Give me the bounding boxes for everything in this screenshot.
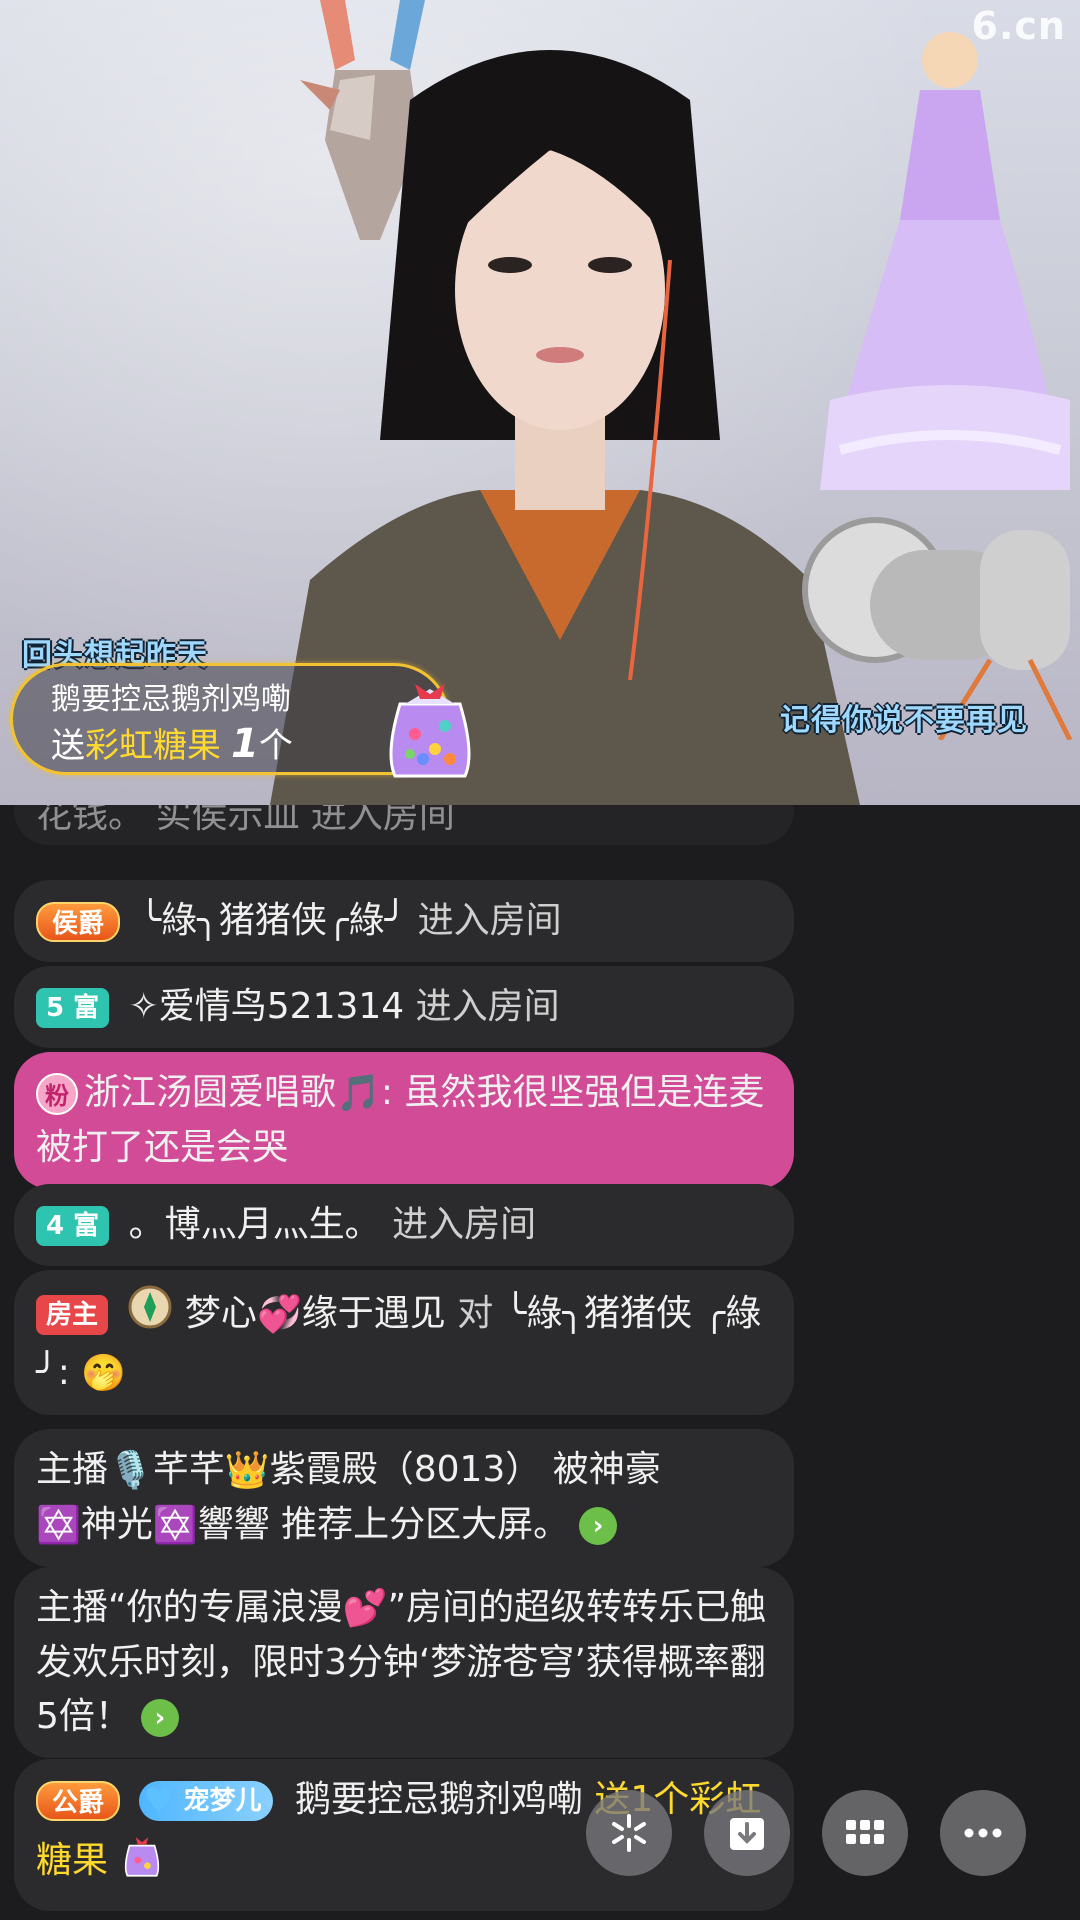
- rank-badge: 侯爵: [36, 902, 121, 942]
- download-button[interactable]: [704, 1790, 790, 1876]
- gift-line: 送彩虹糖果 1个: [51, 718, 293, 767]
- gift-unit: 个: [258, 726, 293, 766]
- gift-sender: 鹅要控忌鹅剂鸡嘞: [51, 682, 291, 717]
- lyric-right: 记得你说不要再见: [780, 703, 1028, 738]
- owner-badge: 房主: [36, 1295, 109, 1335]
- gift-bag-icon: [389, 684, 471, 778]
- rank-badge: 公爵: [36, 1781, 121, 1821]
- compass-avatar-icon: [127, 1284, 173, 1346]
- gift-bag-icon: [119, 1827, 165, 1897]
- user-name[interactable]: 。博灬月灬生。: [129, 1204, 381, 1245]
- action-text: 进入房间: [415, 986, 560, 1027]
- gift-send-word: 送: [51, 726, 85, 766]
- user-name[interactable]: 浙江汤圆爱唱歌: [84, 1072, 336, 1113]
- go-arrow-icon[interactable]: ›: [140, 1699, 179, 1737]
- user-name[interactable]: 梦心: [185, 1293, 257, 1334]
- more-icon: [964, 1828, 1002, 1838]
- message-text: 主播“你的专属浪漫: [36, 1587, 343, 1628]
- user-name[interactable]: 鹅要控忌鹅剂鸡嘞: [295, 1779, 583, 1820]
- star-icon: ✡️: [36, 1505, 81, 1546]
- rich-level-badge: 4 富: [36, 1206, 110, 1246]
- patron-name[interactable]: 神光: [81, 1504, 153, 1545]
- heart-emoji: 💞: [256, 1294, 302, 1335]
- music-note-icon: 🎵: [336, 1073, 381, 1114]
- chat-message: 主播🎙️芊芊👑紫霞殿（8013） 被神豪 ✡️神光✡️響響 推荐上分区大屏。 ›: [14, 1429, 794, 1567]
- host-prefix: 主播: [36, 1449, 109, 1490]
- chat-list[interactable]: 花钱。 实侯示皿 进入房间 侯爵 ╰綠╮猪猪侠╭綠╯ 进入房间 5 富 ✧爱情鸟…: [0, 805, 1080, 1920]
- microphone-icon: 🎙️: [108, 1450, 153, 1491]
- more-button[interactable]: [940, 1790, 1026, 1876]
- chat-message: 主播“你的专属浪漫💕”房间的超级转转乐已触发欢乐时刻，限时3分钟‘梦游苍穹’获得…: [14, 1567, 794, 1758]
- heart-icon: ♥: [143, 1781, 174, 1821]
- gift-name: 彩虹糖果: [85, 726, 221, 766]
- patron-name-2[interactable]: 響響: [198, 1504, 270, 1545]
- apps-button[interactable]: [822, 1790, 908, 1876]
- watermark-logo: 6.cn: [971, 4, 1066, 48]
- user-name[interactable]: ╰綠╮猪猪侠╭綠╯: [139, 900, 406, 941]
- user-name[interactable]: ✧爱情鸟521314: [129, 986, 405, 1027]
- hearts-emoji: 💕: [342, 1588, 388, 1629]
- grid-icon: [846, 1820, 884, 1844]
- effects-icon: [612, 1814, 646, 1852]
- chat-message: 粉浙江汤圆爱唱歌🎵: 虽然我很坚强但是连麦被打了还是会哭: [14, 1052, 794, 1189]
- user-name-suffix[interactable]: 缘于遇见: [302, 1293, 446, 1334]
- download-icon: [730, 1818, 764, 1850]
- gift-count: 1: [231, 721, 259, 767]
- chat-message: 房主 梦心💞缘于遇见 对 ╰綠╮猪猪侠 ╭綠╯: 🤭: [14, 1270, 794, 1415]
- gift-banner: 鹅要控忌鹅剂鸡嘞 送彩虹糖果 1个: [10, 663, 471, 778]
- action-text: 进入房间: [392, 1204, 537, 1245]
- chat-message: 公爵 ♥ 宠梦儿 鹅要控忌鹅剂鸡嘞 送1个彩虹糖果: [14, 1759, 794, 1911]
- message-text: 推荐上分区大屏。: [281, 1504, 570, 1545]
- room-text: 紫霞殿（8013） 被神豪: [269, 1449, 661, 1490]
- fan-badge: 粉: [36, 1073, 78, 1115]
- host-name[interactable]: 芊芊: [153, 1449, 225, 1490]
- live-video[interactable]: 6.cn 回头想起昨天 记得你说不要再见 鹅要控忌鹅剂鸡嘞 送彩虹糖果 1个: [0, 0, 1080, 805]
- chat-message: 花钱。 实侯示皿 进入房间: [14, 805, 794, 845]
- go-arrow-icon[interactable]: ›: [579, 1507, 618, 1545]
- star-icon: ✡️: [152, 1505, 198, 1546]
- shy-emoji: 🤭: [81, 1353, 127, 1394]
- action-text: 进入房间: [417, 900, 562, 941]
- crown-icon: 👑: [224, 1450, 270, 1491]
- message-text: 花钱。 实侯示皿 进入房间: [36, 805, 455, 836]
- colon: :: [57, 1352, 70, 1393]
- fan-club-badge: ♥ 宠梦儿: [139, 1781, 274, 1821]
- chat-message: 4 富 。博灬月灬生。 进入房间: [14, 1184, 794, 1266]
- target-name[interactable]: ╰綠╮猪猪侠: [505, 1293, 692, 1334]
- rich-level-badge: 5 富: [36, 988, 110, 1028]
- effects-button[interactable]: [586, 1790, 672, 1876]
- chat-message: 5 富 ✧爱情鸟521314 进入房间: [14, 966, 794, 1048]
- chat-message: 侯爵 ╰綠╮猪猪侠╭綠╯ 进入房间: [14, 880, 794, 962]
- to-word: 对: [457, 1293, 494, 1334]
